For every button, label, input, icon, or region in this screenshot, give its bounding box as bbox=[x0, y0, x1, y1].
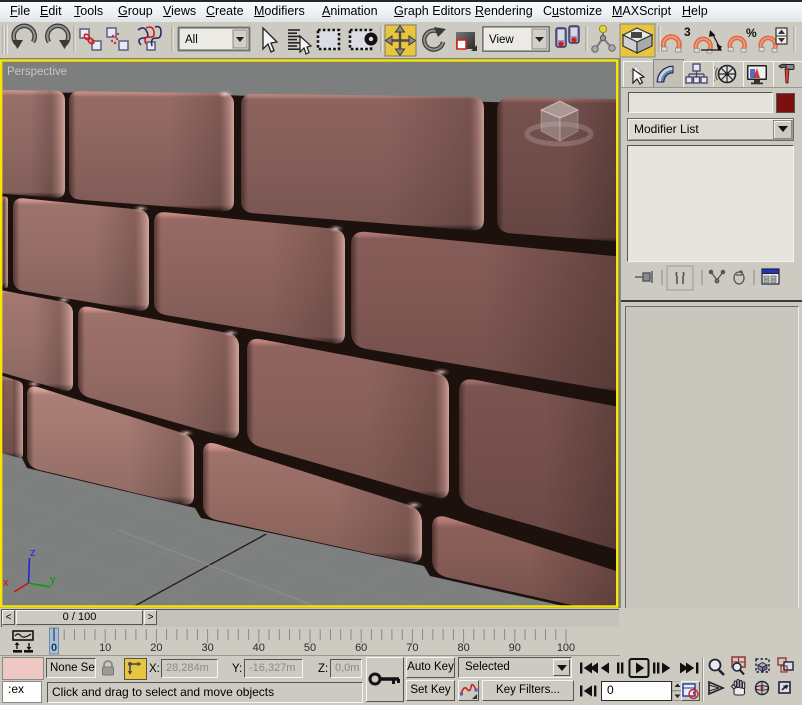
svg-text:30: 30 bbox=[201, 642, 213, 654]
svg-text:Perspective: Perspective bbox=[7, 66, 67, 78]
svg-text:60: 60 bbox=[355, 642, 367, 654]
svg-text:y: y bbox=[50, 574, 56, 586]
svg-text:80: 80 bbox=[457, 642, 469, 654]
svg-text:All: All bbox=[185, 34, 198, 46]
svg-text:70: 70 bbox=[406, 642, 418, 654]
svg-text:View: View bbox=[489, 34, 514, 46]
svg-text:10: 10 bbox=[99, 642, 111, 654]
svg-text:%: % bbox=[746, 26, 757, 40]
svg-text:0: 0 bbox=[51, 642, 57, 654]
svg-text:z: z bbox=[30, 547, 36, 559]
svg-text:40: 40 bbox=[253, 642, 265, 654]
svg-text:20: 20 bbox=[150, 642, 162, 654]
svg-text:3: 3 bbox=[684, 25, 691, 39]
svg-text:x: x bbox=[3, 577, 9, 589]
svg-text:100: 100 bbox=[557, 642, 575, 654]
svg-text:50: 50 bbox=[304, 642, 316, 654]
svg-text:90: 90 bbox=[509, 642, 521, 654]
